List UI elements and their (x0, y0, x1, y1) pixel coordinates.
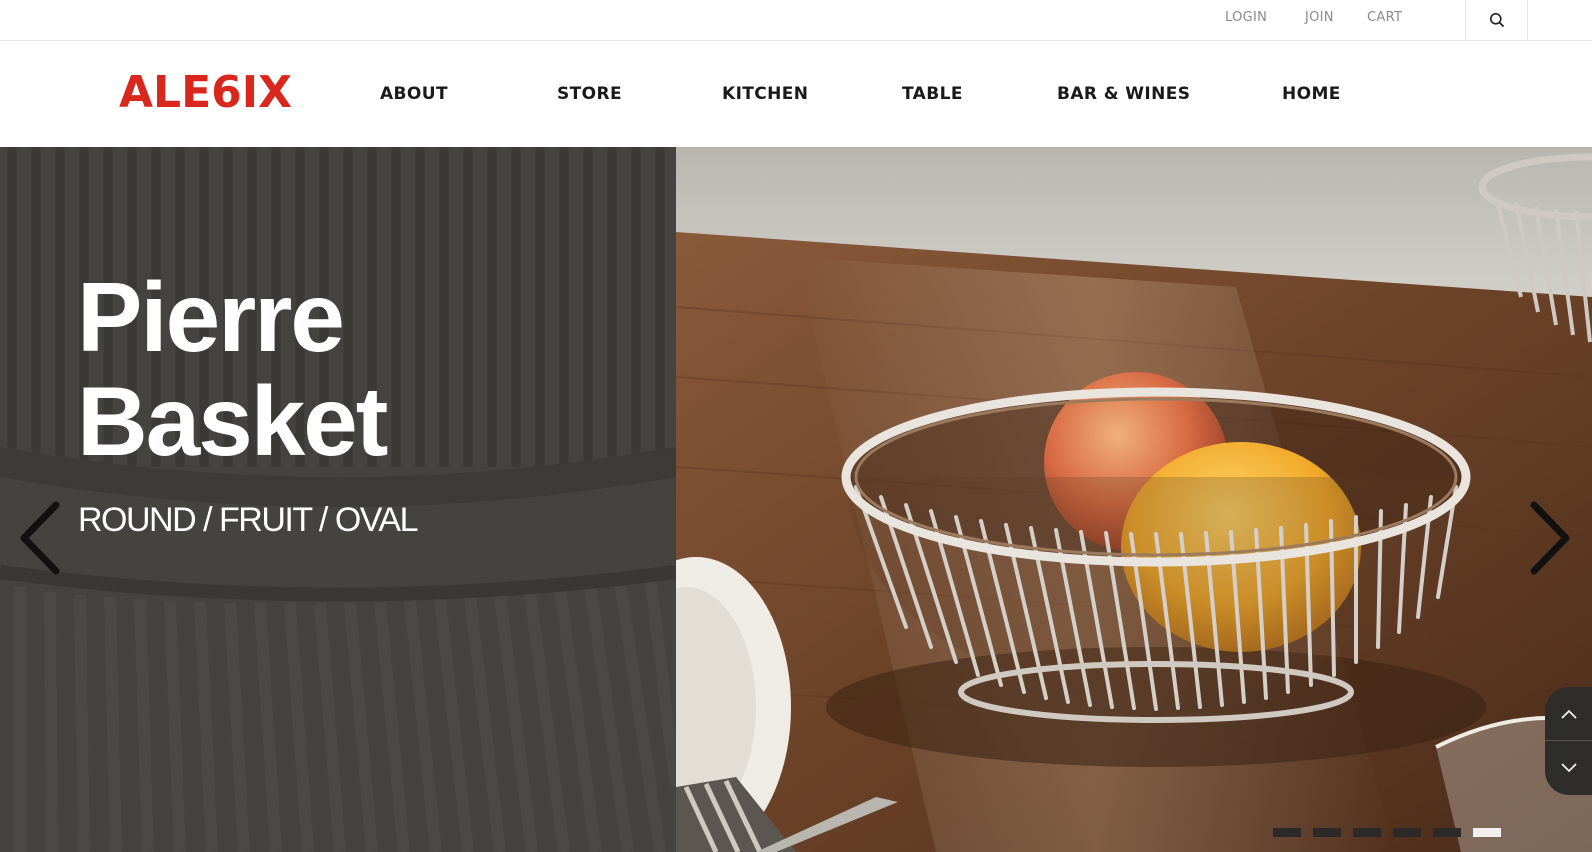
chevron-up-icon (1561, 709, 1577, 719)
chevron-left-icon (20, 501, 60, 575)
join-link[interactable]: JOIN (1305, 10, 1334, 25)
hero-title: Pierre Basket (77, 262, 388, 476)
logo[interactable]: ALE6IX (119, 71, 292, 115)
main-header: ALE6IX ABOUT STORE KITCHEN TABLE BAR & W… (0, 41, 1592, 147)
nav-kitchen[interactable]: KITCHEN (722, 84, 808, 104)
scroll-controls (1545, 687, 1592, 795)
nav-home[interactable]: HOME (1282, 84, 1341, 104)
nav-store[interactable]: STORE (557, 84, 622, 104)
nav-about[interactable]: ABOUT (380, 84, 448, 104)
hero-title-line-1: Pierre (77, 262, 345, 372)
login-link[interactable]: LOGIN (1225, 10, 1267, 25)
slide-dot[interactable] (1393, 828, 1421, 837)
next-slide-button[interactable] (1524, 499, 1574, 577)
top-utility-bar: LOGIN JOIN CART (0, 0, 1592, 41)
chevron-down-icon (1561, 763, 1577, 773)
nav-table[interactable]: TABLE (902, 84, 963, 104)
slide-dot[interactable] (1433, 828, 1461, 837)
hero-subtitle: ROUND / FRUIT / OVAL (78, 501, 419, 539)
slide-dot[interactable] (1473, 828, 1501, 837)
slide-dot[interactable] (1313, 828, 1341, 837)
prev-slide-button[interactable] (16, 499, 66, 577)
search-icon (1489, 13, 1504, 27)
nav-bar-wines[interactable]: BAR & WINES (1057, 84, 1190, 104)
chevron-right-icon (1530, 501, 1570, 575)
hero-slider: Pierre Basket ROUND / FRUIT / OVAL (0, 147, 1592, 852)
hero-text-panel: Pierre Basket ROUND / FRUIT / OVAL (0, 147, 676, 852)
hero-title-line-2: Basket (77, 366, 388, 476)
panel-background-pattern (0, 147, 676, 852)
product-photo (676, 147, 1592, 852)
slide-dot[interactable] (1273, 828, 1301, 837)
scroll-down-button[interactable] (1545, 741, 1592, 795)
slide-dot[interactable] (1353, 828, 1381, 837)
scroll-up-button[interactable] (1545, 687, 1592, 741)
cart-link[interactable]: CART (1367, 10, 1402, 25)
search-button[interactable] (1465, 0, 1528, 40)
